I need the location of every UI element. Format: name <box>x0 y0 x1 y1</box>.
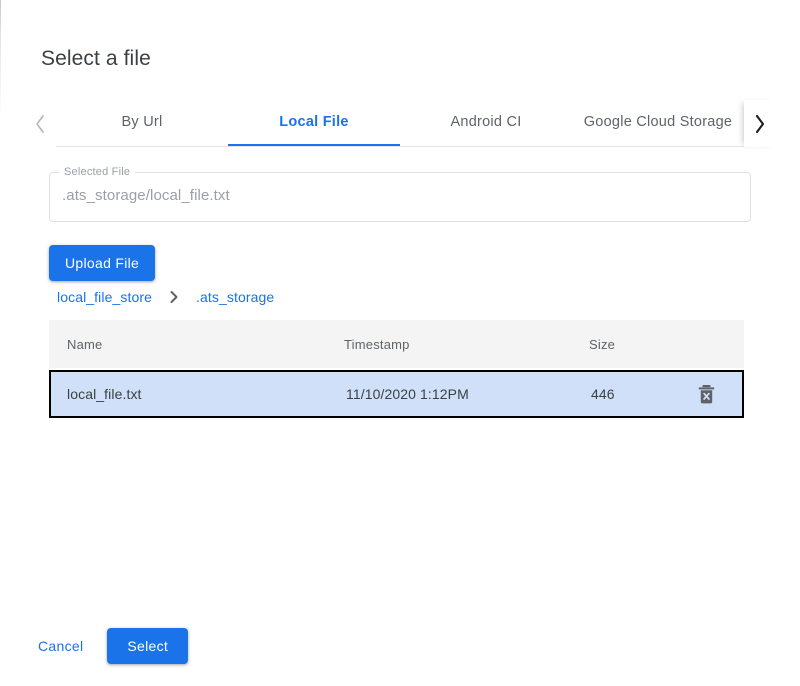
selected-file-label: Selected File <box>59 165 135 179</box>
table-header-row: Name Timestamp Size <box>49 320 744 368</box>
tab-list: By Url Local File Android CI Google Clou… <box>56 100 744 147</box>
cell-size: 446 <box>591 386 681 402</box>
tab-label: Android CI <box>450 114 521 130</box>
breadcrumb-item-local-file-store[interactable]: local_file_store <box>57 289 152 305</box>
delete-file-button[interactable] <box>693 381 719 407</box>
tab-label: Google Cloud Storage <box>584 114 733 130</box>
select-file-dialog: Select a file By Url Local File Android … <box>0 0 800 686</box>
column-header-size[interactable]: Size <box>589 337 679 352</box>
upload-file-button[interactable]: Upload File <box>49 245 155 281</box>
chevron-right-icon <box>168 290 180 304</box>
breadcrumb-separator <box>168 290 180 304</box>
resize-handle[interactable] <box>791 677 797 683</box>
tab-android-ci[interactable]: Android CI <box>400 100 572 147</box>
tab-local-file[interactable]: Local File <box>228 100 400 147</box>
breadcrumb: local_file_store .ats_storage <box>57 289 274 305</box>
tab-scroll-left-button[interactable] <box>24 100 56 147</box>
file-table: Name Timestamp Size local_file.txt 11/10… <box>49 320 744 418</box>
breadcrumb-item-ats-storage[interactable]: .ats_storage <box>196 289 274 305</box>
tab-by-url[interactable]: By Url <box>56 100 228 147</box>
column-header-timestamp[interactable]: Timestamp <box>344 337 589 352</box>
cell-file-name: local_file.txt <box>51 386 346 402</box>
trash-icon <box>697 384 716 405</box>
dialog-edge <box>0 0 1 686</box>
tab-label: Local File <box>279 114 348 130</box>
cell-actions <box>681 381 742 407</box>
tab-google-cloud-storage[interactable]: Google Cloud Storage <box>572 100 744 147</box>
selected-file-field[interactable]: Selected File .ats_storage/local_file.tx… <box>49 172 751 222</box>
chevron-left-icon <box>33 113 47 135</box>
tab-label: By Url <box>122 114 163 130</box>
chevron-right-icon <box>753 113 767 135</box>
tab-bar: By Url Local File Android CI Google Clou… <box>24 100 776 147</box>
cell-timestamp: 11/10/2020 1:12PM <box>346 386 591 402</box>
tab-bar-divider <box>24 146 776 147</box>
select-button[interactable]: Select <box>107 628 188 664</box>
cancel-button[interactable]: Cancel <box>24 628 97 664</box>
dialog-title: Select a file <box>41 44 151 74</box>
tab-scroll-right-button[interactable] <box>744 100 776 147</box>
selected-file-value: .ats_storage/local_file.txt <box>62 185 230 207</box>
column-header-name[interactable]: Name <box>49 337 344 352</box>
table-row[interactable]: local_file.txt 11/10/2020 1:12PM 446 <box>49 370 744 418</box>
dialog-footer: Cancel Select <box>24 628 188 664</box>
